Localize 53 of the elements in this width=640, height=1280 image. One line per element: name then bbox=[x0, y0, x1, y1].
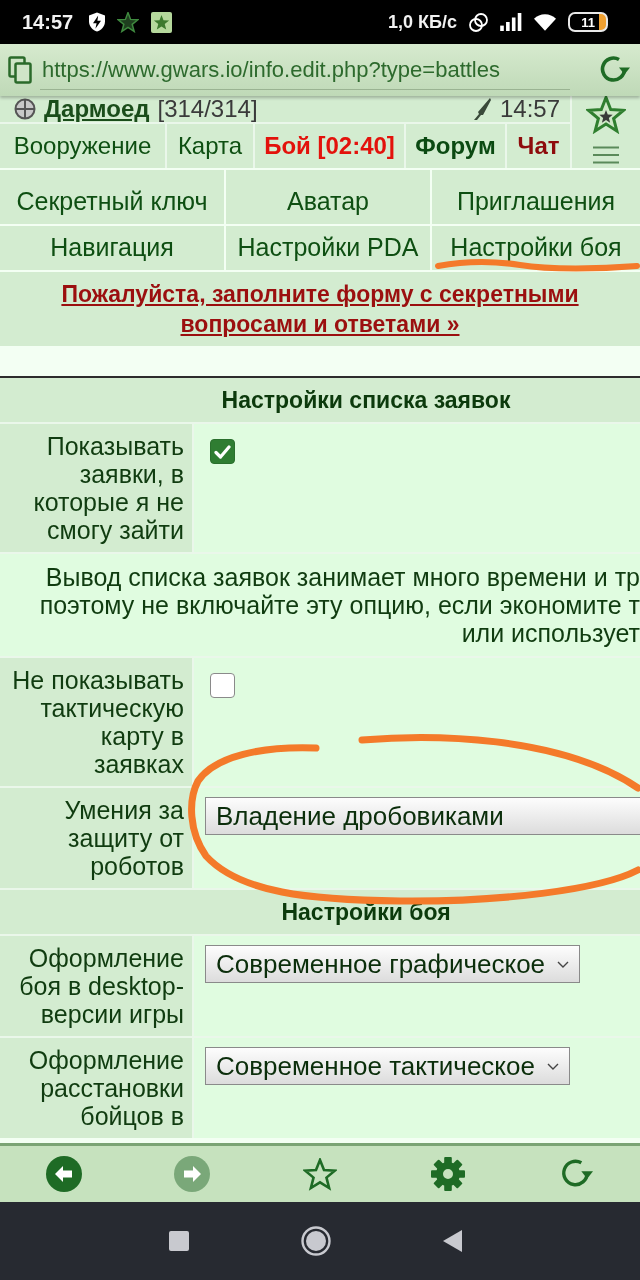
checkbox[interactable] bbox=[210, 673, 235, 698]
net-speed: 1,0 КБ/с bbox=[388, 11, 457, 33]
settings-link[interactable]: Настройки PDA bbox=[226, 226, 430, 270]
rifle-icon bbox=[471, 97, 492, 121]
star-icon bbox=[117, 11, 140, 33]
section-title: Настройки боя bbox=[0, 890, 640, 934]
settings-link[interactable]: Навигация bbox=[0, 226, 224, 270]
rings-icon bbox=[469, 12, 488, 32]
settings-link[interactable]: Приглашения bbox=[432, 170, 640, 224]
dropdown-field[interactable]: Современное тактическое bbox=[205, 1047, 570, 1085]
dropdown-field[interactable]: Владение дробовиками bbox=[205, 797, 640, 835]
setting-label: Умения за защиту от роботов bbox=[0, 788, 192, 888]
star-outline-icon[interactable] bbox=[303, 1157, 337, 1191]
settings-link[interactable]: Аватар bbox=[226, 170, 430, 224]
setting-label: Не показывать тактическую карту в заявках bbox=[0, 658, 192, 786]
menu-icon[interactable] bbox=[593, 146, 619, 164]
shield-bolt-icon bbox=[89, 12, 106, 32]
setting-label: Показывать заявки, в которые я не смогу зайти bbox=[0, 424, 192, 552]
chevron-down-icon bbox=[557, 960, 570, 968]
back-triangle-icon[interactable] bbox=[443, 1230, 463, 1252]
checkbox[interactable] bbox=[210, 439, 235, 464]
copy-icon[interactable] bbox=[8, 56, 32, 84]
app-icon bbox=[151, 11, 173, 33]
secret-questions-link[interactable]: Пожалуйста, заполните форму с секретными вопросами и ответами » bbox=[30, 279, 610, 339]
nav-link[interactable]: Форум bbox=[406, 124, 505, 168]
nav-link[interactable]: Вооружение bbox=[0, 124, 165, 168]
signal-icon bbox=[500, 13, 522, 31]
star-icon[interactable] bbox=[586, 96, 626, 134]
settings-link[interactable]: Секретный ключ bbox=[0, 170, 224, 224]
nav-link[interactable]: Чат bbox=[507, 124, 570, 168]
reload-icon[interactable] bbox=[598, 55, 630, 85]
tick-icon bbox=[214, 444, 231, 459]
settings-icon[interactable] bbox=[431, 1157, 465, 1191]
home-circle-icon[interactable] bbox=[301, 1226, 331, 1256]
nav-link[interactable]: Бой [02:40] bbox=[255, 124, 404, 168]
status-time: 14:57 bbox=[22, 10, 74, 34]
setting-label: Оформление расстановки бойцов в bbox=[0, 1038, 192, 1138]
chevron-down-icon bbox=[546, 1062, 559, 1070]
dropdown-value: Современное графическое bbox=[216, 948, 546, 980]
info-note: Вывод списка заявок занимает много времени и тр поэтому не включайте эту опцию, если экономите т или использует bbox=[0, 554, 640, 656]
nav-link[interactable]: Карта bbox=[167, 124, 253, 168]
player-name-link[interactable]: Дармоед bbox=[44, 96, 150, 123]
dropdown-field[interactable]: Современное графическое bbox=[205, 945, 581, 983]
section-title: Настройки списка заявок bbox=[0, 378, 640, 422]
crosshair-icon bbox=[14, 98, 36, 120]
dropdown-value: Современное тактическое bbox=[216, 1050, 535, 1082]
setting-label: Оформление боя в desktop-версии игры bbox=[0, 936, 192, 1036]
hp-text: [314/314] bbox=[157, 96, 258, 123]
wifi-icon bbox=[534, 13, 556, 31]
dropdown-value: Владение дробовиками bbox=[216, 800, 504, 832]
clock-time: 14:57 bbox=[499, 96, 560, 123]
url-field[interactable]: https://www.gwars.io/info.edit.php?type=battles bbox=[40, 50, 570, 90]
battery-level: 11 bbox=[568, 12, 608, 32]
